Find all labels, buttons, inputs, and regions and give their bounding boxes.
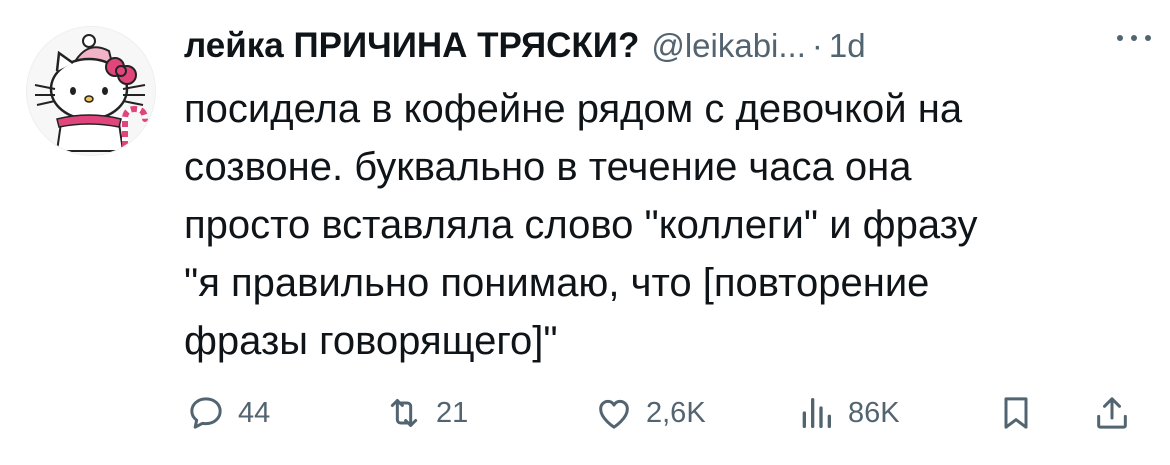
retweet-icon bbox=[390, 399, 418, 427]
user-handle[interactable]: @leikabi... bbox=[651, 27, 806, 65]
views-count: 86K bbox=[848, 396, 900, 429]
like-button[interactable]: 2,6K bbox=[594, 388, 706, 438]
tweet-text-line: созвоне. буквально в течение часа она bbox=[184, 145, 912, 189]
tweet-header: лейка ПРИЧИНА ТРЯСКИ? @leikabi... · 1d bbox=[184, 18, 1150, 74]
display-name[interactable]: лейка ПРИЧИНА ТРЯСКИ? bbox=[184, 26, 639, 66]
separator-dot: · bbox=[811, 27, 823, 64]
retweet-count: 21 bbox=[436, 396, 469, 429]
views-button[interactable]: 86K bbox=[796, 388, 900, 438]
more-button[interactable] bbox=[1110, 22, 1158, 54]
timestamp[interactable]: 1d bbox=[829, 27, 866, 65]
like-count: 2,6K bbox=[646, 396, 706, 429]
share-button[interactable] bbox=[1092, 388, 1132, 438]
tweet-text-line: фразы говорящего]" bbox=[184, 319, 558, 363]
retweet-button[interactable]: 21 bbox=[384, 388, 468, 438]
tweet-actions: 44 21 2,6K 86K bbox=[184, 388, 1144, 438]
views-bar-icon bbox=[802, 398, 831, 428]
more-dots-icon bbox=[1117, 35, 1151, 41]
tweet-text-line: "я правильно понимаю, что [повторение bbox=[184, 261, 930, 305]
share-icon bbox=[1097, 397, 1127, 429]
tweet-text: посидела в кофейне рядом с девочкой на с… bbox=[184, 80, 1144, 370]
tweet-text-line: просто вставляла слово "коллеги" и фразу bbox=[184, 203, 978, 247]
avatar[interactable] bbox=[26, 26, 156, 156]
heart-icon bbox=[599, 399, 629, 429]
hello-kitty-avatar-icon bbox=[27, 27, 155, 155]
bookmark-icon bbox=[1004, 397, 1028, 429]
reply-count: 44 bbox=[238, 396, 271, 429]
reply-button[interactable]: 44 bbox=[186, 388, 270, 438]
reply-bubble-icon bbox=[190, 397, 222, 429]
tweet-text-line: посидела в кофейне рядом с девочкой на bbox=[184, 87, 963, 131]
bookmark-button[interactable] bbox=[996, 388, 1036, 438]
